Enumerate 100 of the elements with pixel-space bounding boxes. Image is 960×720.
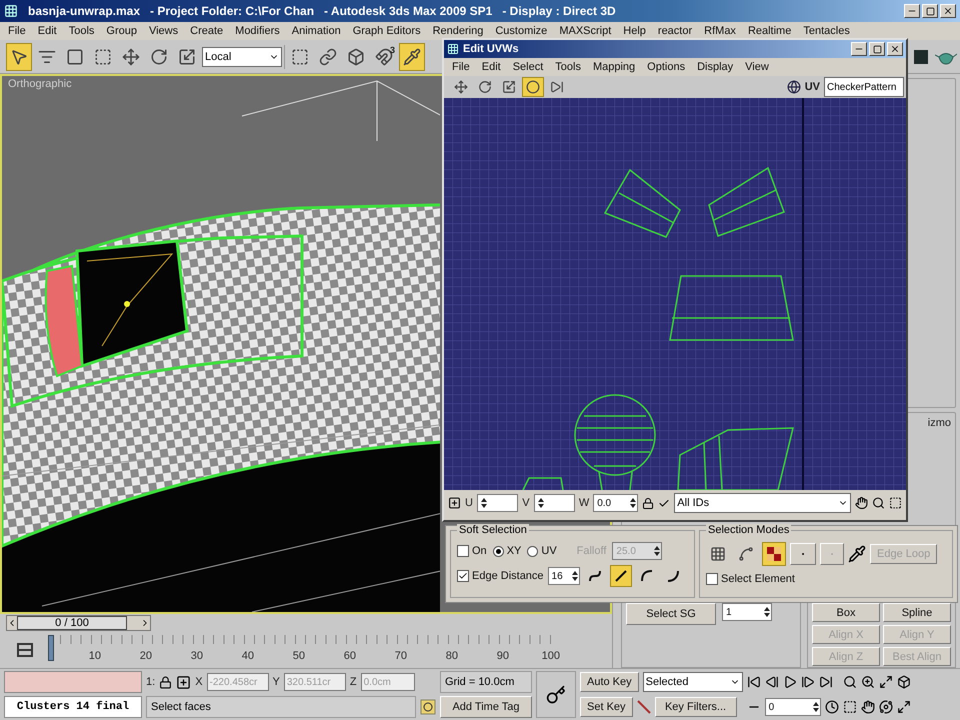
menu-item[interactable]: Help [623, 25, 646, 37]
map-button[interactable]: Box [812, 603, 880, 622]
scale-icon [178, 48, 196, 66]
menu-item[interactable]: View [745, 61, 769, 73]
frame-number: 70 [394, 650, 407, 664]
u-spinner[interactable] [476, 494, 518, 512]
select-tool[interactable] [6, 42, 32, 70]
link-icon [319, 48, 337, 66]
menu-item[interactable]: Animation [292, 25, 341, 37]
curve-icon [666, 569, 680, 583]
key-filters-button[interactable]: Key Filters... [654, 697, 737, 717]
set-key-button[interactable]: Set Key [580, 697, 633, 717]
pan-icon [860, 700, 875, 714]
coordinate-dropdown[interactable]: Local [202, 46, 282, 66]
globe-icon [786, 80, 801, 94]
menu-item[interactable]: Tentacles [803, 25, 850, 37]
menu-item[interactable]: Mapping [592, 61, 636, 73]
time-tag-icon[interactable] [420, 699, 436, 715]
menu-item[interactable]: Tools [555, 61, 581, 73]
menu-item[interactable]: Customize [495, 25, 548, 37]
zoom-region-icon [842, 700, 857, 714]
maximize-icon [926, 6, 934, 16]
u-label: U [464, 497, 473, 509]
checkbox[interactable] [706, 573, 718, 585]
vertex-grid-icon [710, 546, 726, 562]
maximize-icon [872, 44, 882, 54]
maximize-viewport-icon [896, 700, 911, 714]
radio-label: UV [541, 545, 557, 557]
radio-button[interactable] [492, 546, 504, 556]
menu-item[interactable]: Realtime [748, 25, 792, 37]
menu-item[interactable]: RfMax [704, 25, 736, 37]
paint-tool[interactable] [399, 42, 425, 70]
menu-item[interactable]: Group [106, 25, 137, 37]
grow-button[interactable] [790, 543, 816, 565]
close-button[interactable] [887, 42, 903, 56]
close-icon [890, 44, 900, 54]
radio-button[interactable] [527, 546, 538, 556]
menu-item[interactable]: Tools [68, 25, 94, 37]
menu-item[interactable]: Create [190, 25, 224, 37]
edge-distance-spinner[interactable]: 16 [548, 567, 580, 585]
listener-field[interactable] [4, 671, 142, 693]
scrollbar-thumb[interactable]: 0 / 100 [17, 616, 127, 630]
menu-item[interactable]: Graph Editors [352, 25, 421, 37]
maximize-button[interactable] [922, 4, 938, 18]
group-title: Soft Selection [457, 524, 529, 536]
key-mode-dropdown[interactable]: Selected [642, 672, 743, 692]
selection-mode-button[interactable] [762, 542, 786, 566]
menu-item[interactable]: Display [697, 61, 734, 73]
w-spinner[interactable]: 0.0 [593, 494, 638, 512]
group-title: Selection Modes [706, 524, 792, 536]
checkbox[interactable] [457, 570, 469, 582]
menu-item[interactable]: Rendering [432, 25, 484, 37]
menu-item[interactable]: Edit [38, 25, 57, 37]
menu-item[interactable]: File [452, 61, 470, 73]
timeline-scrollbar[interactable]: 0 / 100 [6, 615, 151, 631]
spinner-arrows-icon [654, 545, 660, 557]
grid-spacing: Grid = 10.0cm [440, 671, 532, 693]
slash-icon [636, 700, 651, 714]
dashed-square-icon [94, 48, 112, 66]
auto-key-button[interactable]: Auto Key [580, 672, 639, 692]
shrink-button[interactable] [820, 543, 844, 565]
script-field[interactable]: Clusters 14 final [4, 696, 142, 718]
dark-square-icon [914, 50, 928, 64]
menu-item[interactable]: Edit [482, 61, 501, 73]
checkbox[interactable] [457, 545, 469, 557]
pan-icon [855, 496, 868, 510]
pointer-icon [10, 48, 28, 66]
v-spinner[interactable] [534, 494, 575, 512]
orbit-icon [878, 700, 893, 714]
set-key-panel[interactable] [536, 671, 576, 718]
frame-field[interactable]: 0 [764, 698, 821, 716]
uv-tool[interactable] [522, 77, 544, 97]
add-time-tag-button[interactable]: Add Time Tag [440, 696, 532, 718]
maximize-button[interactable] [869, 42, 885, 56]
previous-frame-icon [764, 675, 779, 689]
close-button[interactable] [940, 4, 956, 18]
frame-number: 100 [540, 650, 560, 664]
select-sg-button[interactable]: Select SG [626, 603, 716, 625]
menu-item[interactable]: reactor [658, 25, 692, 37]
menu-item[interactable]: Views [148, 25, 178, 37]
id-filter-dropdown[interactable]: All IDs [674, 493, 852, 513]
angle-snap-tool[interactable]: 3 [371, 42, 397, 70]
lock-icon [159, 676, 172, 688]
menu-item[interactable]: Modifiers [235, 25, 280, 37]
minimize-button[interactable] [904, 4, 920, 18]
menu-item[interactable]: Select [512, 61, 544, 73]
map-button[interactable]: Spline [883, 603, 951, 622]
frame-number: 20 [138, 650, 152, 664]
menu-item[interactable]: MAXScript [559, 25, 612, 37]
smoothing-group-spinner[interactable]: 1 [722, 603, 772, 621]
frame-marker[interactable] [48, 635, 54, 661]
falloff-curve-button[interactable] [610, 565, 632, 587]
menu-item[interactable]: Options [647, 61, 686, 73]
texture-dropdown[interactable]: CheckerPattern [824, 77, 904, 97]
close-icon [943, 6, 953, 16]
window-title: - Autodesk 3ds Max 2009 SP1 [324, 4, 492, 18]
menu-item[interactable]: File [8, 25, 26, 37]
box-icon [347, 48, 365, 66]
x-label: X [195, 676, 203, 688]
minimize-button[interactable] [851, 42, 867, 56]
